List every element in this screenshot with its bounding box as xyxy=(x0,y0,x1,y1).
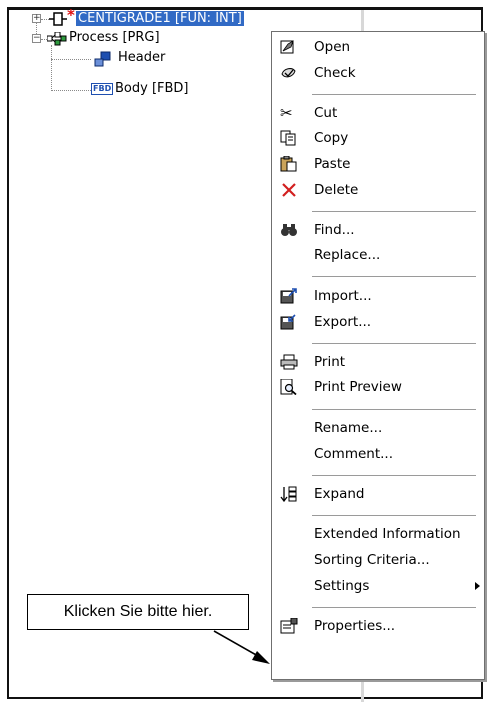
menu-item-rename[interactable]: Rename... xyxy=(272,416,484,440)
program-icon xyxy=(47,32,67,46)
check-icon xyxy=(281,68,296,78)
menu-separator xyxy=(312,276,476,277)
menu-separator xyxy=(312,475,476,476)
menu-item-export[interactable]: Export... xyxy=(272,310,484,334)
menu-separator xyxy=(312,94,476,95)
menu-label: Export... xyxy=(314,314,372,330)
menu-label: Comment... xyxy=(314,446,394,462)
menu-item-check[interactable]: Check xyxy=(272,61,484,85)
menu-item-properties[interactable]: Properties... xyxy=(272,614,484,638)
tree-item-header[interactable]: Header xyxy=(118,50,165,65)
submenu-arrow-icon xyxy=(475,582,480,590)
tree-item-centigrade1[interactable]: CENTIGRADE1 [FUN: INT] xyxy=(76,11,244,26)
modified-marker: * xyxy=(67,6,75,24)
tree-item-body[interactable]: Body [FBD] xyxy=(115,81,189,96)
menu-item-settings[interactable]: Settings xyxy=(272,574,484,598)
delete-icon xyxy=(282,183,296,197)
properties-icon xyxy=(280,618,298,634)
instruction-callout: Klicken Sie bitte hier. xyxy=(27,594,249,630)
tree-connector xyxy=(51,45,52,91)
menu-label: Rename... xyxy=(314,420,383,436)
menu-label: Extended Information xyxy=(314,526,461,542)
menu-label: Open xyxy=(314,39,351,55)
menu-label: Expand xyxy=(314,486,365,502)
menu-label: Settings xyxy=(314,578,370,594)
menu-label: Print Preview xyxy=(314,379,402,395)
menu-label: Copy xyxy=(314,130,349,146)
printer-icon xyxy=(280,354,298,370)
menu-item-replace[interactable]: Replace... xyxy=(272,243,484,267)
tree-connector xyxy=(51,59,91,60)
menu-separator xyxy=(312,607,476,608)
menu-item-extended-information[interactable]: Extended Information xyxy=(272,522,484,546)
menu-item-import[interactable]: Import... xyxy=(272,284,484,308)
menu-separator xyxy=(312,515,476,516)
menu-item-paste[interactable]: Paste xyxy=(272,152,484,176)
expand-icon xyxy=(280,486,297,502)
menu-label: Paste xyxy=(314,156,351,172)
menu-label: Import... xyxy=(314,288,372,304)
menu-label: Print xyxy=(314,354,346,370)
menu-separator xyxy=(312,409,476,410)
menu-item-delete[interactable]: Delete xyxy=(272,178,484,202)
menu-label: Find... xyxy=(314,222,355,238)
menu-item-cut[interactable]: ✂ Cut xyxy=(272,101,484,125)
expand-toggle-centigrade[interactable]: + xyxy=(32,14,41,23)
menu-item-print-preview[interactable]: Print Preview xyxy=(272,375,484,399)
menu-separator xyxy=(312,211,476,212)
tree-item-process[interactable]: Process [PRG] xyxy=(69,30,160,45)
menu-item-copy[interactable]: Copy xyxy=(272,126,484,150)
import-icon xyxy=(280,288,297,304)
function-icon xyxy=(49,12,67,26)
open-icon xyxy=(280,40,294,54)
menu-item-sorting-criteria[interactable]: Sorting Criteria... xyxy=(272,548,484,572)
menu-label: Delete xyxy=(314,182,359,198)
tree-connector xyxy=(51,90,91,91)
export-icon xyxy=(280,314,296,330)
menu-label: Check xyxy=(314,65,356,81)
menu-label: Cut xyxy=(314,105,338,121)
fbd-icon: FBD xyxy=(91,83,114,95)
menu-item-expand[interactable]: Expand xyxy=(272,482,484,506)
tree-connector xyxy=(41,19,49,20)
collapse-toggle-process[interactable]: − xyxy=(32,34,41,43)
menu-separator xyxy=(312,343,476,344)
menu-item-comment[interactable]: Comment... xyxy=(272,442,484,466)
menu-label: Replace... xyxy=(314,247,381,263)
menu-label: Sorting Criteria... xyxy=(314,552,430,568)
menu-item-open[interactable]: Open xyxy=(272,35,484,59)
scissors-icon: ✂ xyxy=(280,104,293,122)
paste-icon xyxy=(280,156,297,172)
print-preview-icon xyxy=(280,379,297,395)
header-icon xyxy=(94,51,111,67)
context-menu: Open Check ✂ Cut Copy Paste Delete Find.… xyxy=(271,31,485,680)
menu-label: Properties... xyxy=(314,618,396,634)
copy-icon xyxy=(280,130,296,146)
binoculars-icon xyxy=(281,224,297,236)
menu-item-find[interactable]: Find... xyxy=(272,218,484,242)
menu-item-print[interactable]: Print xyxy=(272,350,484,374)
